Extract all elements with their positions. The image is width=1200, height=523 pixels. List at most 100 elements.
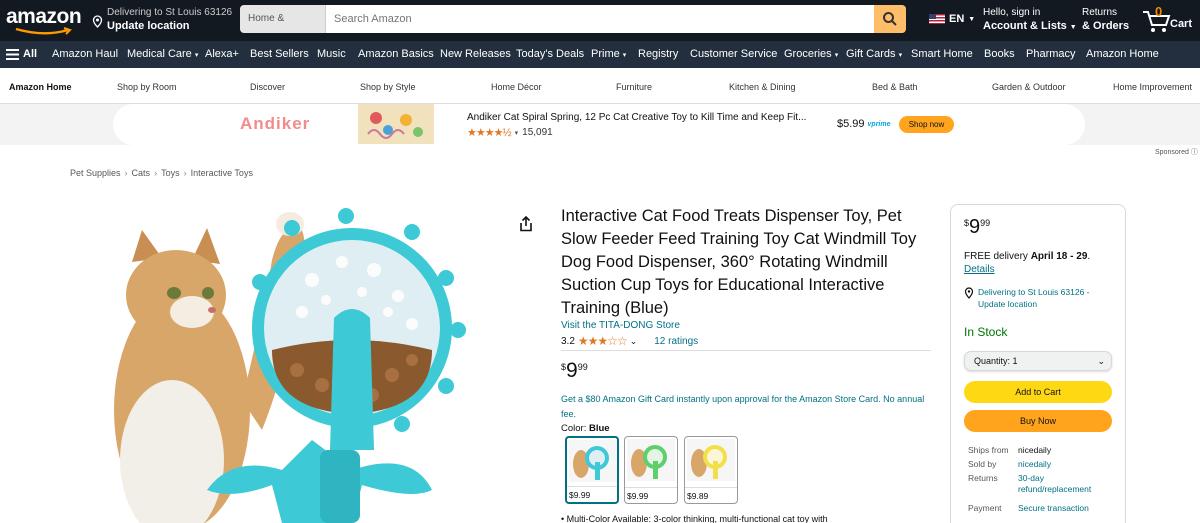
nav-registry[interactable]: Registry [638,48,678,60]
account-line-1: Hello, sign in [983,7,1041,18]
store-nav-home-decor[interactable]: Home Décor [491,82,542,92]
breadcrumb-cats[interactable]: Cats [132,168,151,178]
amazon-logo[interactable]: amazon [6,5,82,36]
color-swatch-blue[interactable]: $9.99 [565,436,619,504]
rating-value: 3.2 [561,335,575,347]
ratings-count-link[interactable]: 12 ratings [654,336,698,347]
banner-title[interactable]: Andiker Cat Spiral Spring, 12 Pc Cat Cre… [467,112,806,123]
divider [561,350,931,351]
breadcrumb-pet-supplies[interactable]: Pet Supplies [70,168,121,178]
nav-amazon-home[interactable]: Amazon Home [1086,48,1159,60]
share-button[interactable] [519,215,533,237]
banner-product-image[interactable] [358,104,434,144]
returns-orders[interactable]: Returns & Orders [1082,7,1129,33]
color-swatch-green[interactable]: $9.99 [624,436,678,504]
price-whole: 9 [969,216,981,238]
buy-now-button[interactable]: Buy Now [964,410,1112,432]
store-nav-discover[interactable]: Discover [250,82,285,92]
payment-label: Payment [968,503,1002,513]
quantity-dropdown[interactable]: Quantity: 1 ⌄ [964,351,1112,371]
selected-color: Blue [588,423,610,434]
nav-new-releases[interactable]: New Releases [440,48,511,60]
price-whole: 9 [566,359,578,382]
store-link[interactable]: Visit the TITA-DONG Store [561,320,680,331]
cart-button[interactable]: 0 Cart [1140,4,1200,36]
deliver-line-2: Update location [107,20,190,32]
store-nav-shop-by-style[interactable]: Shop by Style [360,82,416,92]
store-nav-amazon-home[interactable]: Amazon Home [9,82,72,92]
account-line-2: Account & Lists ▼ [983,20,1077,32]
breadcrumb-separator: › [183,168,187,178]
breadcrumb-interactive-toys[interactable]: Interactive Toys [191,168,253,178]
color-swatch-yellow[interactable]: $9.89 [684,436,738,504]
search-button[interactable] [874,5,906,33]
breadcrumb-toys[interactable]: Toys [161,168,180,178]
all-menu-button[interactable]: All [6,48,37,60]
store-nav-furniture[interactable]: Furniture [616,82,652,92]
nav-books[interactable]: Books [984,48,1015,60]
delivery-location-text: Delivering to St Louis 63126 - Update lo… [978,287,1090,309]
ships-from-label: Ships from [968,445,1009,455]
delivery-details-link[interactable]: Details [964,264,995,275]
product-rating: 3.2 ★★★☆☆ ⌄ 12 ratings [561,334,698,348]
nav-todays-deals[interactable]: Today's Deals [516,48,584,60]
banner-brand-logo: Andiker [240,114,311,133]
account-menu[interactable]: Hello, sign in Account & Lists ▼ [983,7,1077,35]
quantity-label: Quantity: [974,356,1011,366]
returns-label: Returns [968,473,998,483]
cart-label: Cart [1170,18,1193,30]
nav-medical-care[interactable]: Medical Care ▾ [127,48,198,60]
add-to-cart-button[interactable]: Add to Cart [964,381,1112,403]
info-icon: ⓘ [1190,149,1198,156]
star-rating-icon[interactable]: ★★★☆☆ [578,334,628,348]
buybox-price: $ 9 99 [964,216,990,238]
language-selector[interactable]: EN ▼ [929,13,975,25]
store-card-promo[interactable]: Get a $80 Amazon Gift Card instantly upo… [561,392,931,422]
sponsored-banner[interactable] [0,104,1200,145]
sponsored-label[interactable]: Sponsored ⓘ [1155,147,1198,157]
chevron-down-icon: ⌄ [1097,356,1105,366]
nav-customer-service[interactable]: Customer Service [690,48,777,60]
payment-link[interactable]: Secure transaction [1018,503,1108,514]
store-nav-garden-outdoor[interactable]: Garden & Outdoor [992,82,1066,92]
main-product-image[interactable] [112,200,522,523]
banner-price-value: $5.99 [837,118,865,130]
chevron-down-icon[interactable]: ⌄ [630,336,638,347]
store-nav-shop-by-room[interactable]: Shop by Room [117,82,177,92]
nav-amazon-haul[interactable]: Amazon Haul [52,48,118,60]
caret-down-icon: ▼ [968,15,976,23]
search-category-dropdown[interactable]: Home & Kitchen▼ [240,5,326,33]
swatch-thumbnail [569,440,617,482]
sold-by-link[interactable]: nicedaily [1018,459,1108,470]
banner-price: $5.99 vprime [837,118,891,130]
color-selection-label: Color: Blue [561,423,610,434]
search-input[interactable] [326,5,874,33]
cart-count: 0 [1155,4,1163,19]
nav-pharmacy[interactable]: Pharmacy [1026,48,1076,60]
nav-gift-cards[interactable]: Gift Cards ▾ [846,48,902,60]
share-icon [520,215,532,232]
returns-policy-link[interactable]: 30-day refund/replacement [1018,473,1108,495]
store-nav-kitchen-dining[interactable]: Kitchen & Dining [729,82,796,92]
deliver-to[interactable]: Delivering to St Louis 63126 Update loca… [92,7,232,33]
all-label: All [23,48,38,60]
shop-now-button[interactable]: Shop now [899,116,954,133]
breadcrumb: Pet Supplies › Cats › Toys › Interactive… [70,168,253,178]
store-nav-bed-bath[interactable]: Bed & Bath [872,82,918,92]
nav-groceries[interactable]: Groceries ▾ [784,48,838,60]
nav-best-sellers[interactable]: Best Sellers [250,48,309,60]
language-label: EN [949,13,965,25]
nav-prime[interactable]: Prime ▾ [591,48,626,60]
nav-smart-home[interactable]: Smart Home [911,48,973,60]
breadcrumb-separator: › [154,168,158,178]
us-flag-icon [929,14,945,24]
stock-status: In Stock [964,325,1008,339]
logo-text: amazon [6,5,82,28]
nav-music[interactable]: Music [317,48,346,60]
nav-amazon-basics[interactable]: Amazon Basics [358,48,434,60]
delivery-location-link[interactable]: Delivering to St Louis 63126 - Update lo… [964,286,1114,310]
store-nav-home-improvement[interactable]: Home Improvement [1113,82,1192,92]
feature-bullet: • Multi-Color Available: 3-color thinkin… [561,514,828,523]
nav-alexa-plus[interactable]: Alexa+ [205,48,239,60]
search-bar: Home & Kitchen▼ [240,5,906,33]
